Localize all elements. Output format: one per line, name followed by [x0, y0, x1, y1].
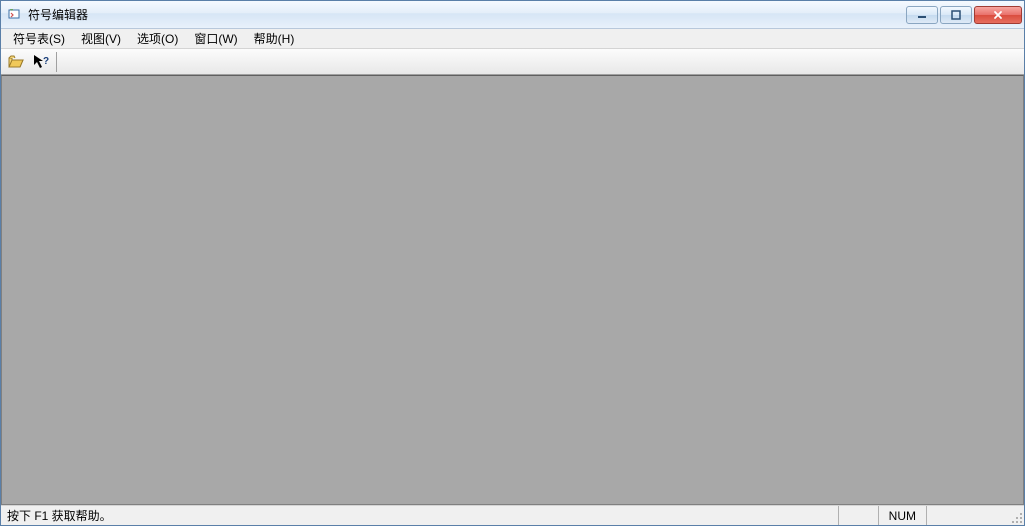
- window-title: 符号编辑器: [28, 6, 906, 23]
- close-button[interactable]: [974, 6, 1022, 24]
- status-pane-empty-1: [838, 506, 878, 525]
- maximize-button[interactable]: [940, 6, 972, 24]
- menu-view[interactable]: 视图(V): [73, 28, 129, 49]
- app-window: 符号编辑器 符号表(S) 视图(V) 选项(O) 窗口(W) 帮助(H): [0, 0, 1025, 526]
- open-button[interactable]: [5, 51, 29, 73]
- menu-symbol-table[interactable]: 符号表(S): [5, 28, 73, 49]
- toolbar-separator: [56, 52, 57, 72]
- titlebar[interactable]: 符号编辑器: [1, 1, 1024, 29]
- statusbar: 按下 F1 获取帮助。 NUM: [1, 505, 1024, 525]
- minimize-button[interactable]: [906, 6, 938, 24]
- menu-options[interactable]: 选项(O): [129, 28, 186, 49]
- status-pane-empty-2: [926, 506, 1006, 525]
- toolbar: ?: [1, 49, 1024, 75]
- menu-window[interactable]: 窗口(W): [186, 28, 245, 49]
- menubar: 符号表(S) 视图(V) 选项(O) 窗口(W) 帮助(H): [1, 29, 1024, 49]
- context-help-button[interactable]: ?: [29, 51, 53, 73]
- status-help-hint: 按下 F1 获取帮助。: [1, 507, 838, 524]
- mdi-client-area: [1, 75, 1024, 505]
- svg-text:?: ?: [43, 56, 49, 67]
- menu-help[interactable]: 帮助(H): [246, 28, 303, 49]
- window-controls: [906, 6, 1022, 24]
- app-icon: [7, 7, 23, 23]
- status-num-indicator: NUM: [878, 506, 926, 525]
- resize-grip[interactable]: [1006, 507, 1024, 525]
